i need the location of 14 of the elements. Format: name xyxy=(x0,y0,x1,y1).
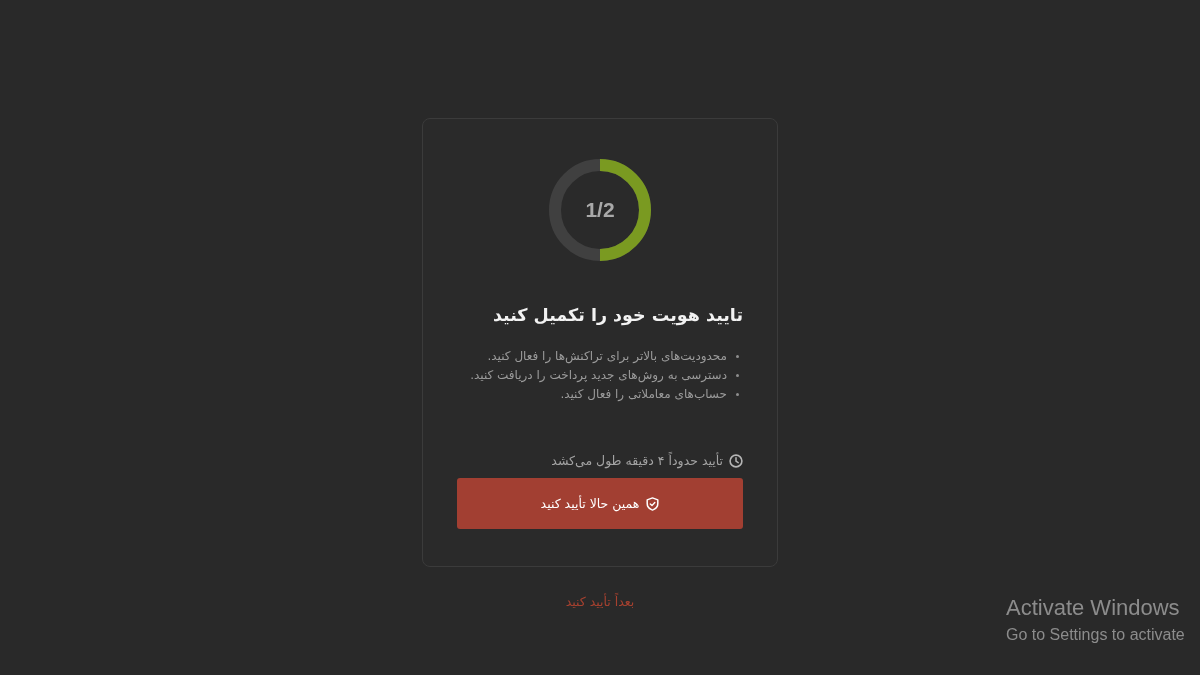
bullet-icon xyxy=(736,373,739,377)
bullet-icon xyxy=(736,392,739,396)
time-estimate: تأیید حدوداً ۴ دقیقه طول می‌کشد xyxy=(551,453,723,468)
benefit-text: دسترسی به روش‌های جدید پرداخت را دریافت کنید. xyxy=(470,368,727,382)
activation-notice-title: Activate Windows xyxy=(1006,594,1181,621)
bullet-icon xyxy=(736,354,739,358)
shield-check-icon xyxy=(646,496,660,511)
clock-icon xyxy=(729,453,743,468)
benefit-text: حساب‌های معاملاتی را فعال کنید. xyxy=(560,387,727,401)
card-title: تایید هویت خود را تکمیل کنید xyxy=(491,305,743,325)
benefit-text: محدودیت‌های بالاتر برای تراکنش‌ها را فعال کنید. xyxy=(487,349,727,363)
progress-label: 1/2 xyxy=(585,198,615,222)
activation-notice-message: Go to Settings to activate xyxy=(1006,625,1185,645)
verify-now-button[interactable]: همین حالا تأیید کنید xyxy=(457,478,743,529)
